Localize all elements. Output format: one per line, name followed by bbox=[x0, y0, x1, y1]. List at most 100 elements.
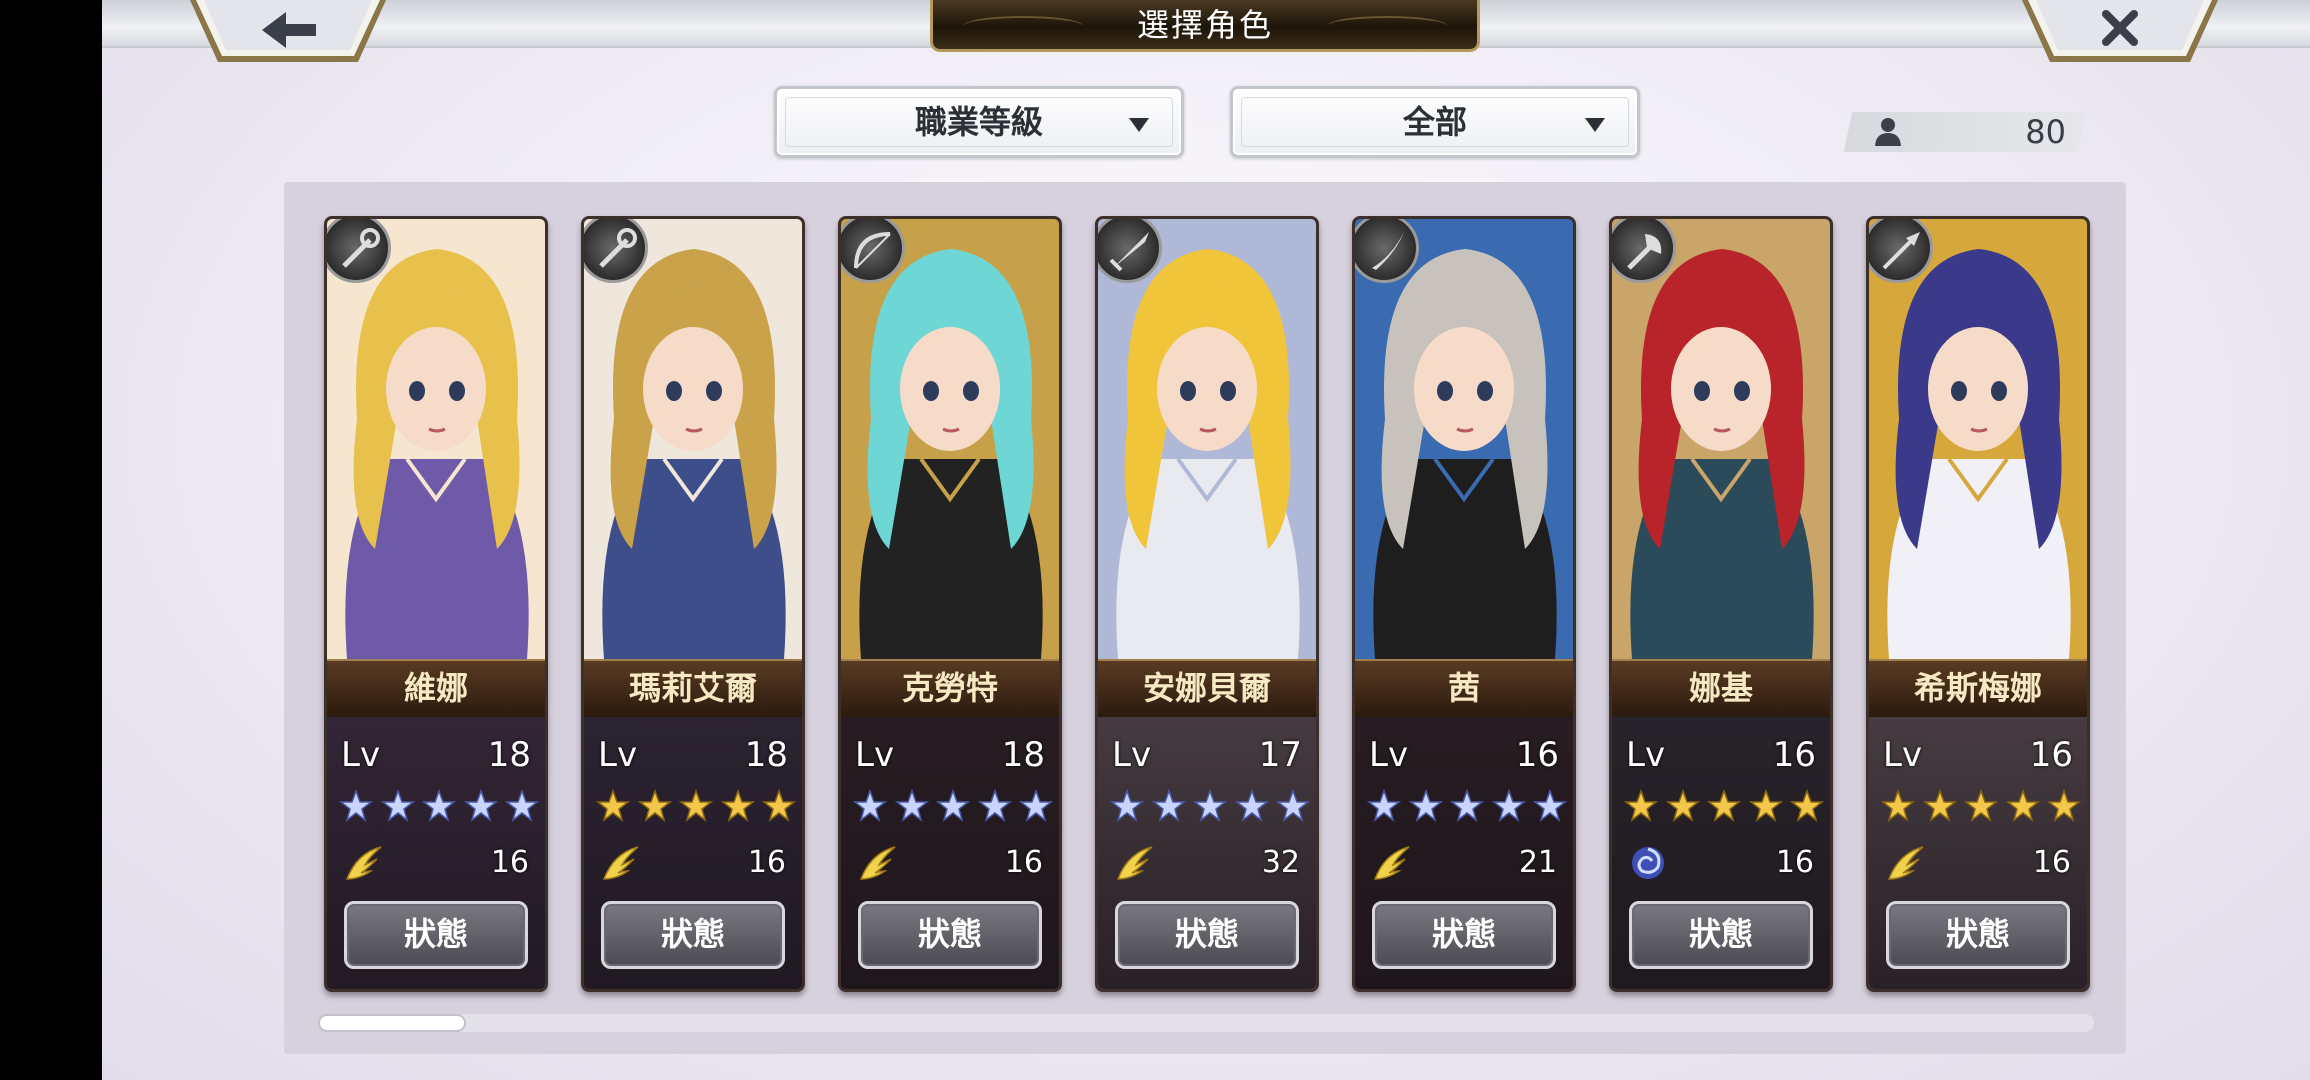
element-value: 16 bbox=[2032, 845, 2071, 880]
class-badge bbox=[1355, 219, 1419, 283]
character-card[interactable]: 娜基 Lv 16 16 狀態 bbox=[1609, 216, 1833, 992]
character-portrait[interactable] bbox=[1355, 219, 1573, 659]
star-icon bbox=[1151, 789, 1186, 822]
chevron-down-icon bbox=[1585, 118, 1605, 132]
class-badge bbox=[1869, 219, 1933, 283]
class-badge bbox=[584, 219, 648, 283]
title-text: 選擇角色 bbox=[1136, 6, 1273, 44]
staff-icon bbox=[342, 228, 380, 268]
star-icon bbox=[1922, 789, 1957, 822]
close-x-icon bbox=[2102, 10, 2138, 46]
class-badge bbox=[1098, 219, 1162, 283]
rarity-stars bbox=[1881, 789, 2081, 823]
element-value: 32 bbox=[1261, 845, 1300, 880]
star-icon bbox=[422, 789, 456, 822]
star-icon bbox=[1881, 789, 1915, 822]
status-button[interactable]: 狀態 bbox=[1372, 901, 1556, 969]
wind-wing-icon bbox=[1887, 846, 1924, 880]
status-button[interactable]: 狀態 bbox=[1886, 901, 2070, 969]
character-name: 瑪莉艾爾 bbox=[584, 659, 802, 719]
rarity-stars bbox=[1367, 789, 1567, 823]
level-value: 18 bbox=[487, 735, 531, 775]
star-icon bbox=[720, 789, 755, 822]
star-icon bbox=[762, 789, 796, 822]
star-icon bbox=[1707, 789, 1741, 822]
star-icon bbox=[1193, 789, 1227, 822]
level-label: Lv bbox=[1112, 735, 1152, 775]
star-icon bbox=[1624, 789, 1658, 822]
unit-count-value: 80 bbox=[2025, 113, 2066, 151]
star-icon bbox=[1748, 789, 1783, 822]
element-value: 16 bbox=[490, 845, 529, 880]
rarity-stars bbox=[1624, 789, 1824, 823]
character-stats: Lv 18 16 狀態 bbox=[584, 717, 802, 989]
level-label: Lv bbox=[1883, 735, 1923, 775]
character-portrait[interactable] bbox=[1098, 219, 1316, 659]
class-badge bbox=[1612, 219, 1676, 283]
level-label: Lv bbox=[855, 735, 895, 775]
class-badge bbox=[327, 219, 391, 283]
scrollbar-track[interactable] bbox=[318, 1014, 2094, 1032]
level-value: 16 bbox=[1515, 735, 1559, 775]
sort-dropdown-label: 職業等級 bbox=[914, 103, 1043, 141]
status-button[interactable]: 狀態 bbox=[1629, 901, 1813, 969]
character-card[interactable]: 克勞特 Lv 18 16 狀態 bbox=[838, 216, 1062, 992]
blade-icon bbox=[1372, 232, 1404, 270]
character-name: 克勞特 bbox=[841, 659, 1059, 719]
wind-wing-icon bbox=[1116, 846, 1153, 880]
character-portrait[interactable] bbox=[1869, 219, 2087, 659]
level-label: Lv bbox=[1626, 735, 1666, 775]
rarity-stars bbox=[853, 789, 1053, 823]
character-name: 茜 bbox=[1355, 659, 1573, 719]
star-icon bbox=[2005, 789, 2040, 822]
character-stats: Lv 16 16 狀態 bbox=[1612, 717, 1830, 989]
character-name: 娜基 bbox=[1612, 659, 1830, 719]
star-icon bbox=[463, 789, 498, 822]
character-card[interactable]: 安娜貝爾 Lv 17 32 狀態 bbox=[1095, 216, 1319, 992]
star-icon bbox=[596, 789, 630, 822]
character-stats: Lv 18 16 狀態 bbox=[841, 717, 1059, 989]
level-value: 16 bbox=[1772, 735, 1816, 775]
close-button[interactable] bbox=[2022, 0, 2218, 62]
category-dropdown[interactable]: 全部 bbox=[1230, 86, 1640, 158]
element-value: 16 bbox=[1775, 845, 1814, 880]
rarity-stars bbox=[1110, 789, 1310, 823]
star-icon bbox=[339, 789, 373, 822]
character-portrait[interactable] bbox=[584, 219, 802, 659]
sword-icon bbox=[1109, 232, 1149, 272]
status-button[interactable]: 狀態 bbox=[858, 901, 1042, 969]
status-button[interactable]: 狀態 bbox=[1115, 901, 1299, 969]
title-ornament-right bbox=[1327, 16, 1447, 36]
character-card[interactable]: 茜 Lv 16 21 狀態 bbox=[1352, 216, 1576, 992]
wind-wing-icon bbox=[1373, 846, 1410, 880]
star-icon bbox=[1491, 789, 1526, 822]
character-card[interactable]: 希斯梅娜 Lv 16 16 狀態 bbox=[1866, 216, 2090, 992]
character-stats: Lv 18 16 狀態 bbox=[327, 717, 545, 989]
arrow-left-icon bbox=[262, 12, 316, 48]
sort-dropdown[interactable]: 職業等級 bbox=[774, 86, 1184, 158]
title-ornament-left bbox=[963, 16, 1083, 36]
level-value: 16 bbox=[2029, 735, 2073, 775]
star-icon bbox=[1665, 789, 1700, 822]
star-icon bbox=[894, 789, 929, 822]
element-value: 21 bbox=[1518, 845, 1557, 880]
star-icon bbox=[1790, 789, 1824, 822]
scrollbar-thumb[interactable] bbox=[318, 1014, 466, 1032]
rarity-stars bbox=[596, 789, 796, 823]
back-button[interactable] bbox=[190, 0, 386, 62]
level-value: 18 bbox=[744, 735, 788, 775]
character-card[interactable]: 維娜 Lv 18 16 狀態 bbox=[324, 216, 548, 992]
status-button[interactable]: 狀態 bbox=[601, 901, 785, 969]
character-card[interactable]: 瑪莉艾爾 Lv 18 16 狀態 bbox=[581, 216, 805, 992]
character-name: 維娜 bbox=[327, 659, 545, 719]
rarity-stars bbox=[339, 789, 539, 823]
character-portrait[interactable] bbox=[841, 219, 1059, 659]
status-button[interactable]: 狀態 bbox=[344, 901, 528, 969]
character-stats: Lv 16 21 狀態 bbox=[1355, 717, 1573, 989]
star-icon bbox=[637, 789, 672, 822]
character-portrait[interactable] bbox=[327, 219, 545, 659]
character-portrait[interactable] bbox=[1612, 219, 1830, 659]
category-dropdown-label: 全部 bbox=[1402, 103, 1467, 141]
star-icon bbox=[977, 789, 1012, 822]
level-label: Lv bbox=[341, 735, 381, 775]
